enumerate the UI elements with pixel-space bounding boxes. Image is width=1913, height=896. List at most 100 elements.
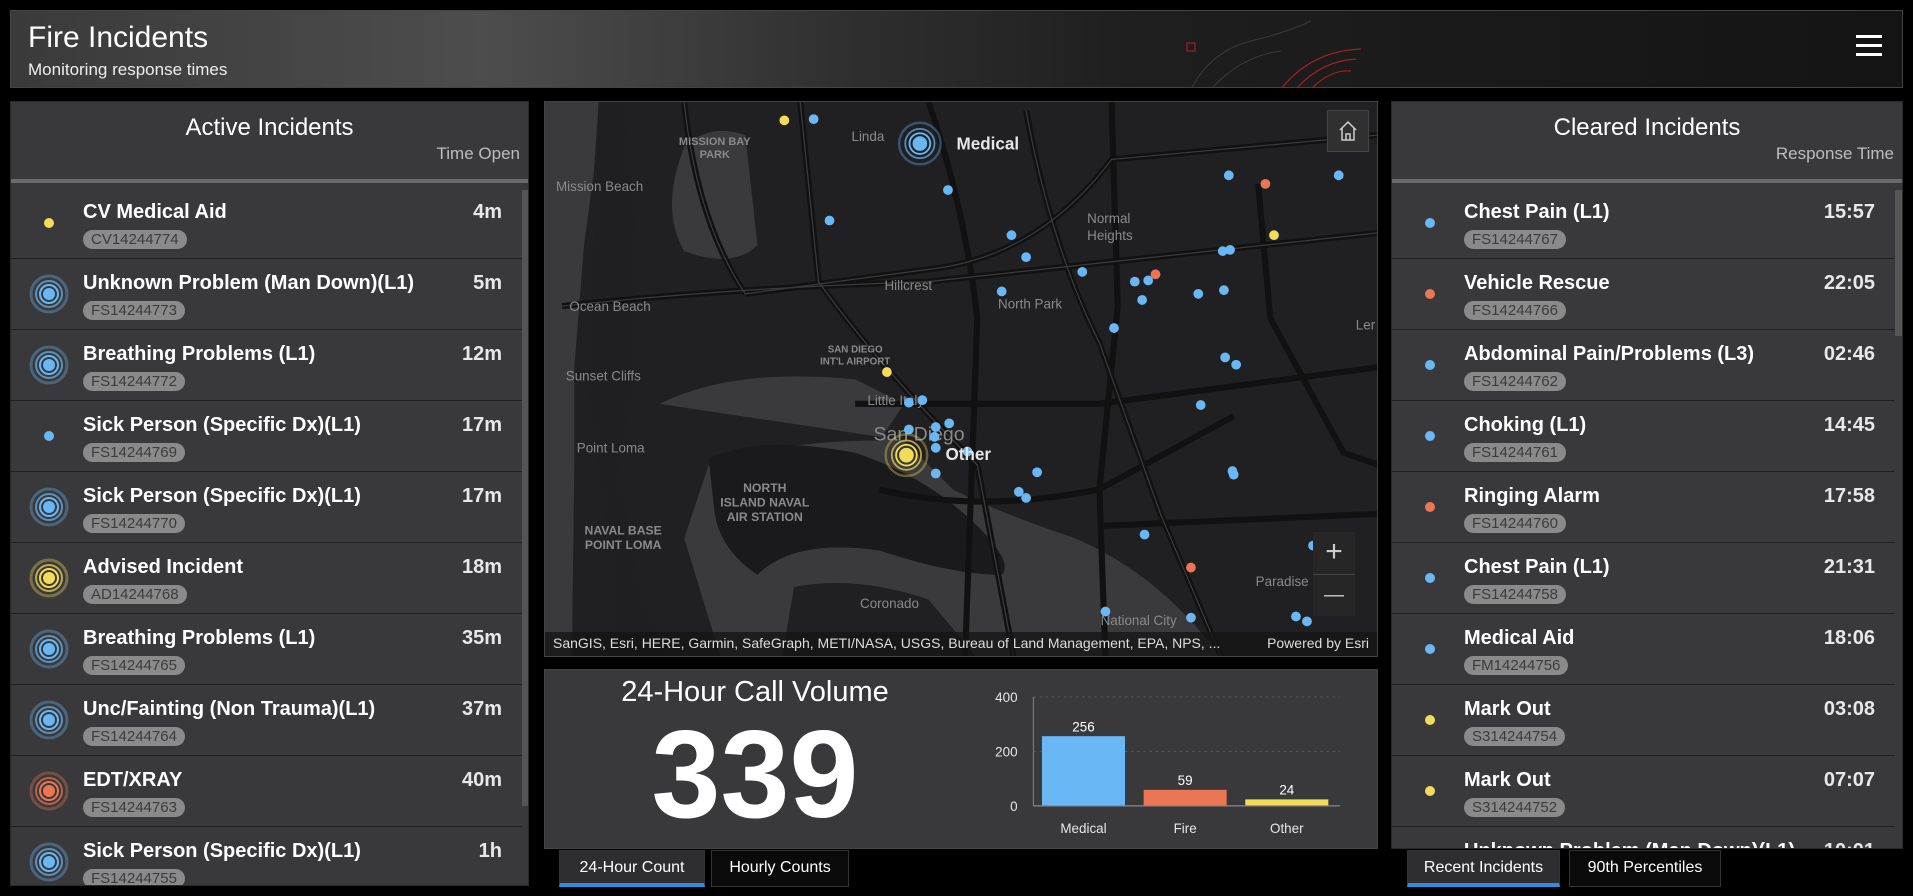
incident-marker-other[interactable] (1269, 230, 1279, 241)
cluster-marker-other[interactable] (899, 447, 914, 463)
panel-title: Active Incidents (185, 114, 354, 141)
incident-marker-medical[interactable] (1109, 323, 1119, 333)
incident-marker-medical[interactable] (1228, 469, 1239, 480)
tab-hourly-counts[interactable]: Hourly Counts (711, 850, 849, 887)
incident-marker-medical[interactable] (996, 286, 1007, 297)
scrollbar[interactable] (522, 190, 528, 806)
incident-time: 40m (461, 769, 502, 791)
incident-marker-medical[interactable] (1006, 230, 1017, 241)
incident-row[interactable]: Mark Out S314244752 07:07 (1392, 756, 1895, 827)
home-button[interactable] (1327, 110, 1369, 152)
incident-marker-medical[interactable] (1139, 529, 1150, 540)
app-header: Fire Incidents Monitoring response times (10, 10, 1903, 88)
incident-marker-medical[interactable] (1137, 295, 1147, 305)
incident-dot-icon (1410, 629, 1450, 669)
incident-map[interactable]: MISSION BAY PARK Mission Beach Linda Hil… (544, 101, 1378, 657)
incident-row[interactable]: Unknown Problem (Man Down)(L1) 10:01 (1392, 827, 1895, 848)
hamburger-menu-icon[interactable] (1856, 35, 1882, 59)
incident-marker-medical[interactable] (1021, 493, 1031, 503)
incident-marker-medical[interactable] (903, 397, 914, 408)
incident-name: EDT/XRAY (83, 769, 183, 791)
active-incidents-panel: Active Incidents Time Open CV Medical Ai… (10, 101, 529, 886)
incident-row[interactable]: Sick Person (Specific Dx)(L1) FS14244769… (11, 401, 522, 472)
incident-marker-medical[interactable] (824, 215, 835, 226)
incident-marker-medical[interactable] (1223, 170, 1234, 181)
incident-marker-medical[interactable] (1186, 612, 1196, 623)
incident-marker-medical[interactable] (1302, 616, 1312, 627)
incident-row[interactable]: Ringing Alarm FS14244760 17:58 (1392, 472, 1895, 543)
powered-by-esri-link[interactable]: Powered by Esri (1267, 635, 1369, 651)
tab-24-hour-count[interactable]: 24-Hour Count (559, 850, 705, 887)
incident-name: Unknown Problem (Man Down)(L1) (83, 272, 415, 294)
incident-marker-fire[interactable] (1150, 269, 1161, 280)
incident-row[interactable]: Sick Person (Specific Dx)(L1) FS14244755… (11, 827, 522, 885)
incident-marker-medical[interactable] (1077, 266, 1088, 277)
incident-marker-medical[interactable] (808, 114, 819, 124)
incident-marker-other[interactable] (779, 115, 790, 126)
incident-row[interactable]: Medical Aid FM14244756 18:06 (1392, 614, 1895, 685)
incident-marker-medical[interactable] (929, 431, 940, 442)
incident-marker-medical[interactable] (1219, 285, 1229, 296)
map-label: Point Loma (577, 441, 645, 456)
cluster-marker-medical[interactable] (912, 136, 928, 151)
incident-marker-fire[interactable] (1260, 178, 1271, 189)
zoom-in-button[interactable]: + (1313, 532, 1355, 574)
incident-marker-medical[interactable] (1195, 400, 1206, 410)
incident-marker-medical[interactable] (1100, 606, 1111, 617)
incident-name: Chest Pain (L1) (1464, 556, 1610, 578)
incident-row[interactable]: Breathing Problems (L1) FS14244765 35m (11, 614, 522, 685)
cleared-incidents-panel: Cleared Incidents Response Time Chest Pa… (1391, 101, 1903, 849)
incident-time: 10:01 (1824, 840, 1875, 848)
incident-marker-medical[interactable] (917, 395, 928, 406)
incident-row[interactable]: Abdominal Pain/Problems (L3) FS14244762 … (1392, 330, 1895, 401)
app-title: Fire Incidents (28, 21, 209, 54)
incident-marker-medical[interactable] (1333, 170, 1344, 181)
incident-row[interactable]: Unknown Problem (Man Down)(L1) FS1424477… (11, 259, 522, 330)
tab-recent-incidents[interactable]: Recent Incidents (1407, 850, 1560, 887)
incident-row[interactable]: CV Medical Aid CV14244774 4m (11, 188, 522, 259)
incident-marker-medical[interactable] (1129, 276, 1140, 287)
incident-marker-medical[interactable] (1291, 611, 1301, 622)
incident-row[interactable]: Unc/Fainting (Non Trauma)(L1) FS14244764… (11, 685, 522, 756)
incident-marker-medical[interactable] (1032, 467, 1042, 478)
incident-row[interactable]: Choking (L1) FS14244761 14:45 (1392, 401, 1895, 472)
column-label: Time Open (436, 144, 520, 163)
incident-row[interactable]: Mark Out S314244754 03:08 (1392, 685, 1895, 756)
incident-name: Vehicle Rescue (1464, 272, 1610, 294)
incident-id-badge: FS14244765 (83, 656, 185, 675)
incident-marker-medical[interactable] (930, 422, 941, 432)
incident-id-badge: FS14244760 (1464, 514, 1566, 533)
incident-id-badge: FS14244763 (83, 798, 185, 817)
incident-marker-medical[interactable] (1225, 244, 1235, 255)
incident-row[interactable]: Breathing Problems (L1) FS14244772 12m (11, 330, 522, 401)
incident-marker-medical[interactable] (1220, 352, 1231, 363)
map-label: PARK (700, 149, 730, 161)
incident-marker-fire[interactable] (1186, 562, 1196, 573)
incident-row[interactable]: Vehicle Rescue FS14244766 22:05 (1392, 259, 1895, 330)
incident-name: Chest Pain (L1) (1464, 201, 1610, 223)
incident-row[interactable]: Advised Incident AD14244768 18m (11, 543, 522, 614)
tab-90th-percentiles[interactable]: 90th Percentiles (1569, 850, 1721, 887)
incident-marker-medical[interactable] (930, 468, 941, 479)
scrollbar[interactable] (1895, 190, 1902, 336)
incident-marker-medical[interactable] (943, 185, 953, 195)
incident-marker-other[interactable] (882, 367, 892, 377)
incident-name: Mark Out (1464, 769, 1551, 791)
incident-marker-medical[interactable] (944, 418, 955, 429)
cluster-label-medical: Medical (957, 135, 1020, 154)
incident-marker-medical[interactable] (1231, 359, 1242, 370)
zoom-out-button[interactable]: — (1313, 574, 1355, 616)
incident-id-badge: FS14244772 (83, 372, 185, 391)
incident-row[interactable]: Sick Person (Specific Dx)(L1) FS14244770… (11, 472, 522, 543)
incident-marker-medical[interactable] (930, 442, 941, 453)
incident-dot-icon (1410, 416, 1450, 456)
incident-marker-medical[interactable] (1021, 252, 1031, 263)
incident-marker-medical[interactable] (1193, 288, 1204, 299)
incident-time: 14:45 (1823, 414, 1875, 436)
incident-row[interactable]: Chest Pain (L1) FS14244767 15:57 (1392, 188, 1895, 259)
map-label: Linda (851, 129, 884, 144)
incident-row[interactable]: Chest Pain (L1) FS14244758 21:31 (1392, 543, 1895, 614)
incident-row[interactable]: EDT/XRAY FS14244763 40m (11, 756, 522, 827)
incident-marker-medical[interactable] (903, 424, 914, 435)
incident-time: 35m (461, 627, 502, 649)
